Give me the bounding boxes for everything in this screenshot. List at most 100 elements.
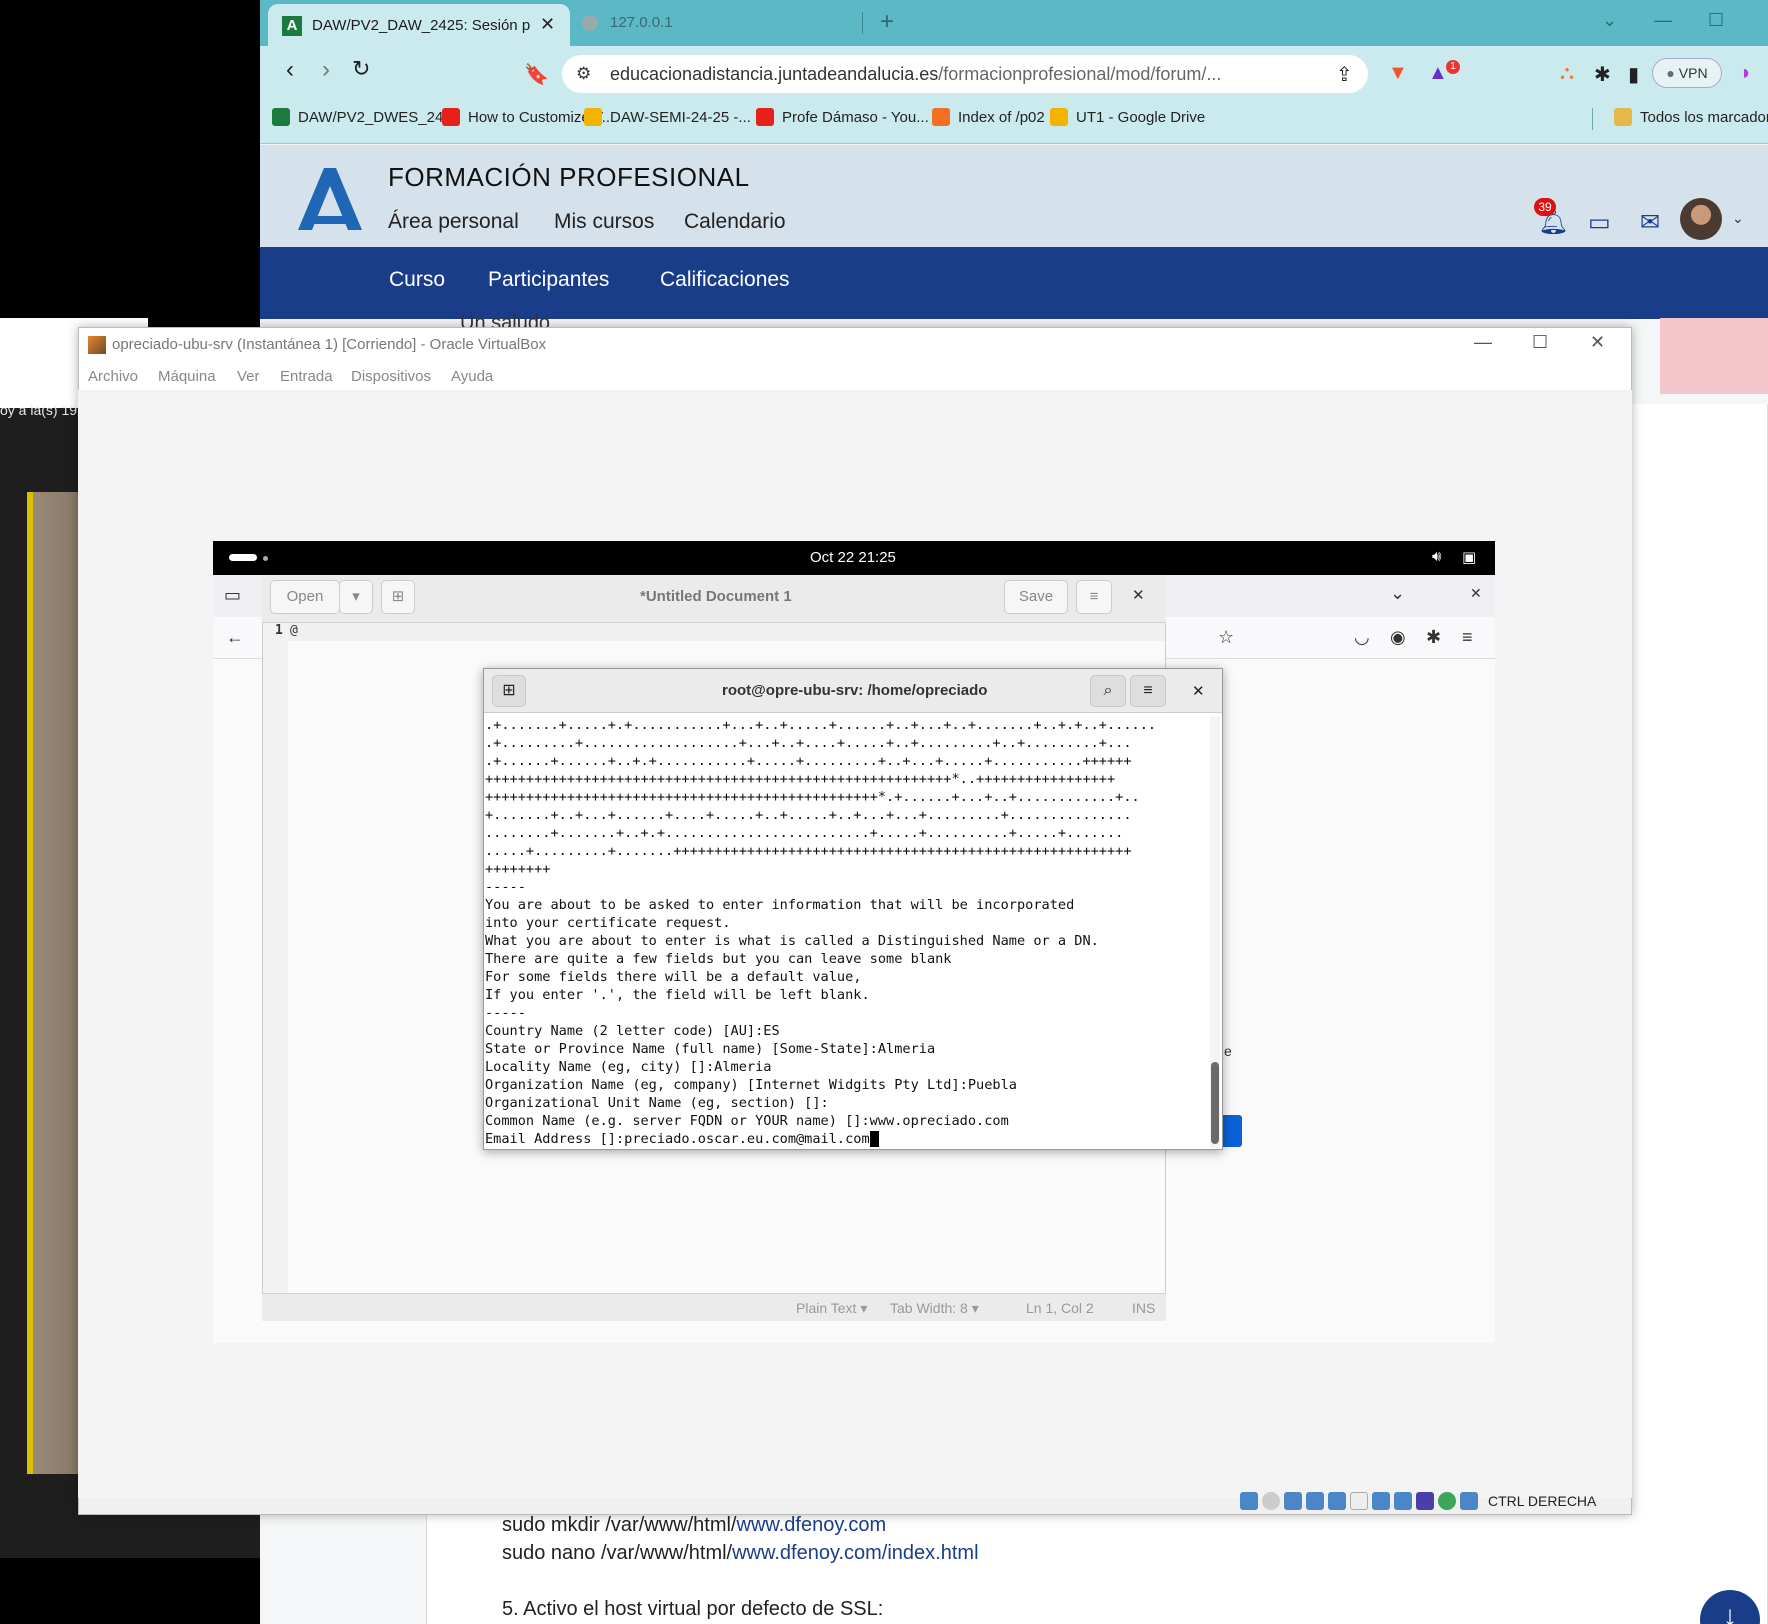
menu-maquina[interactable]: Máquina bbox=[158, 368, 216, 385]
shared-folders-icon[interactable] bbox=[1350, 1492, 1368, 1510]
profile-icon[interactable]: ◑ bbox=[1738, 62, 1750, 85]
display-icon[interactable] bbox=[1372, 1492, 1390, 1510]
tab-2-title[interactable]: 127.0.0.1 bbox=[610, 14, 673, 31]
content-link[interactable]: www.dfenoy.com bbox=[737, 1514, 887, 1536]
tab-width-selector[interactable]: Tab Width: 8 ▾ bbox=[890, 1300, 979, 1317]
menu-icon[interactable]: ≡ bbox=[1462, 627, 1473, 648]
menu-entrada[interactable]: Entrada bbox=[280, 368, 333, 385]
volume-icon[interactable]: 🔊︎ bbox=[1432, 548, 1441, 565]
maximize-button[interactable]: ☐ bbox=[1708, 10, 1724, 31]
new-tab-button[interactable]: + bbox=[880, 8, 894, 36]
terminal-menu-icon[interactable]: ≡ bbox=[1130, 675, 1166, 707]
vbox-close-button[interactable]: ✕ bbox=[1590, 332, 1605, 353]
chevron-down-icon[interactable]: ⌄ bbox=[1732, 210, 1744, 227]
open-dropdown-icon[interactable]: ▾ bbox=[339, 580, 373, 614]
url-text[interactable]: educacionadistancia.juntadeandalucia.es/… bbox=[610, 64, 1221, 85]
minimize-button[interactable]: — bbox=[1654, 10, 1672, 31]
tab-active[interactable]: A DAW/PV2_DAW_2425: Sesión p ✕ bbox=[268, 4, 570, 46]
share-icon[interactable]: ⇪ bbox=[1336, 62, 1353, 87]
usb-icon[interactable] bbox=[1328, 1492, 1346, 1510]
menu-archivo[interactable]: Archivo bbox=[88, 368, 138, 385]
tab-curso[interactable]: Curso bbox=[389, 268, 445, 292]
new-tab-icon[interactable]: ⊞ bbox=[381, 580, 415, 614]
menu-dispositivos[interactable]: Dispositivos bbox=[351, 368, 431, 385]
pocket-icon[interactable]: ◡ bbox=[1354, 627, 1370, 648]
youtube-icon bbox=[442, 108, 460, 126]
terminal-lines: .+.......+.....+.+...........+...+..+...… bbox=[485, 716, 1207, 1148]
bookmark-item[interactable]: Profe Dámaso - You... bbox=[756, 108, 929, 126]
terminal-line: Organization Name (eg, company) [Interne… bbox=[485, 1077, 1017, 1093]
tab-calificaciones[interactable]: Calificaciones bbox=[660, 268, 790, 292]
nav-area-personal[interactable]: Área personal bbox=[388, 210, 519, 234]
tab-participantes[interactable]: Participantes bbox=[488, 268, 609, 292]
activities-indicator[interactable] bbox=[229, 554, 257, 561]
site-settings-icon[interactable]: ⚙ bbox=[576, 64, 591, 84]
site-name[interactable]: FORMACIÓN PROFESIONAL bbox=[388, 162, 750, 193]
workspace-dot bbox=[263, 556, 268, 561]
new-terminal-tab-icon[interactable]: ⊞ bbox=[492, 675, 526, 707]
avatar[interactable] bbox=[1680, 198, 1722, 240]
account-icon[interactable]: ◉ bbox=[1390, 627, 1406, 648]
bookmark-item[interactable]: UT1 - Google Drive bbox=[1050, 108, 1205, 126]
extensions-icon[interactable]: ✱ bbox=[1594, 62, 1611, 87]
firefox-back-icon[interactable]: ← bbox=[226, 627, 244, 648]
open-button[interactable]: Open bbox=[270, 580, 340, 614]
google-drive-icon bbox=[1050, 108, 1068, 126]
all-bookmarks[interactable]: Todos los marcador bbox=[1614, 108, 1768, 126]
terminal-line: +.......+..+...+......+....+.....+..+...… bbox=[485, 807, 1132, 823]
back-button[interactable]: ‹ bbox=[286, 56, 294, 84]
guest-additions-icon[interactable] bbox=[1438, 1492, 1456, 1510]
content-line: sudo nano /var/www/html/www.dfenoy.com/i… bbox=[502, 1542, 979, 1564]
cpu-icon[interactable] bbox=[1416, 1492, 1434, 1510]
bookmark-item[interactable]: DAW-SEMI-24-25 -... bbox=[584, 108, 751, 126]
sitemap-extension-icon[interactable]: ⛬ bbox=[1560, 62, 1574, 85]
sidebar-icon[interactable]: ▮ bbox=[1628, 62, 1639, 87]
reload-button[interactable]: ↻ bbox=[352, 56, 370, 82]
language-selector[interactable]: Plain Text ▾ bbox=[796, 1300, 867, 1317]
vpn-button[interactable]: ● VPN bbox=[1652, 58, 1722, 88]
bookmark-star-icon[interactable]: ☆ bbox=[1218, 627, 1234, 648]
battery-icon[interactable]: ▣ bbox=[1462, 548, 1476, 566]
terminal-scroll-thumb[interactable] bbox=[1211, 1062, 1219, 1144]
content-line: 5. Activo el host virtual por defecto de… bbox=[502, 1598, 884, 1620]
mouse-integration-icon[interactable] bbox=[1460, 1492, 1478, 1510]
optical-drive-icon[interactable] bbox=[1262, 1492, 1280, 1510]
firefox-view-icon[interactable]: ▭ bbox=[224, 585, 241, 606]
gedit-close-icon[interactable]: ✕ bbox=[1132, 586, 1145, 604]
menu-ayuda[interactable]: Ayuda bbox=[451, 368, 493, 385]
vbox-maximize-button[interactable]: ☐ bbox=[1532, 332, 1548, 353]
terminal-line: .....+.........+.......+++++++++++++++++… bbox=[485, 843, 1132, 859]
storage-icon[interactable] bbox=[1240, 1492, 1258, 1510]
brave-shield-icon[interactable]: ▼ bbox=[1388, 62, 1408, 85]
terminal-output[interactable]: .+.......+.....+.+...........+...+..+...… bbox=[485, 716, 1207, 1148]
clock[interactable]: Oct 22 21:25 bbox=[810, 549, 896, 566]
junta-andalucia-logo[interactable] bbox=[294, 162, 366, 234]
tab-list-icon[interactable]: ⌄ bbox=[1390, 583, 1405, 604]
nav-calendario[interactable]: Calendario bbox=[684, 210, 786, 234]
bookmark-item[interactable]: DAW/PV2_DWES_24... bbox=[272, 108, 456, 126]
tab-search-icon[interactable]: ⌄ bbox=[1602, 10, 1617, 31]
audio-icon[interactable] bbox=[1284, 1492, 1302, 1510]
bookmarks-separator bbox=[1592, 108, 1593, 130]
vbox-minimize-button[interactable]: — bbox=[1474, 332, 1492, 353]
mail-icon[interactable]: ✉ bbox=[1640, 208, 1660, 237]
nav-mis-cursos[interactable]: Mis cursos bbox=[554, 210, 654, 234]
content-link[interactable]: www.dfenoy.com/index.html bbox=[732, 1542, 978, 1564]
menu-ver[interactable]: Ver bbox=[237, 368, 260, 385]
bookmark-item[interactable]: Index of /p02 bbox=[932, 108, 1045, 126]
terminal-close-icon[interactable]: ✕ bbox=[1192, 682, 1205, 700]
firefox-close-icon[interactable]: ✕ bbox=[1470, 585, 1482, 602]
save-button[interactable]: Save bbox=[1004, 580, 1068, 614]
bookmark-icon[interactable]: 🔖 bbox=[524, 62, 549, 87]
close-tab-icon[interactable]: ✕ bbox=[540, 14, 555, 35]
forward-button[interactable]: › bbox=[322, 56, 330, 84]
chat-icon[interactable]: ▭ bbox=[1588, 208, 1611, 237]
cursor-position[interactable]: Ln 1, Col 2 bbox=[1026, 1300, 1094, 1316]
network-icon[interactable] bbox=[1306, 1492, 1324, 1510]
hamburger-menu-icon[interactable]: ≡ bbox=[1076, 580, 1112, 614]
recording-icon[interactable] bbox=[1394, 1492, 1412, 1510]
search-icon[interactable]: ⌕ bbox=[1090, 675, 1126, 707]
brave-rewards-icon[interactable]: ▲ bbox=[1428, 62, 1448, 85]
editor-text[interactable]: @ bbox=[290, 623, 298, 638]
extensions-icon[interactable]: ✱ bbox=[1426, 627, 1441, 648]
